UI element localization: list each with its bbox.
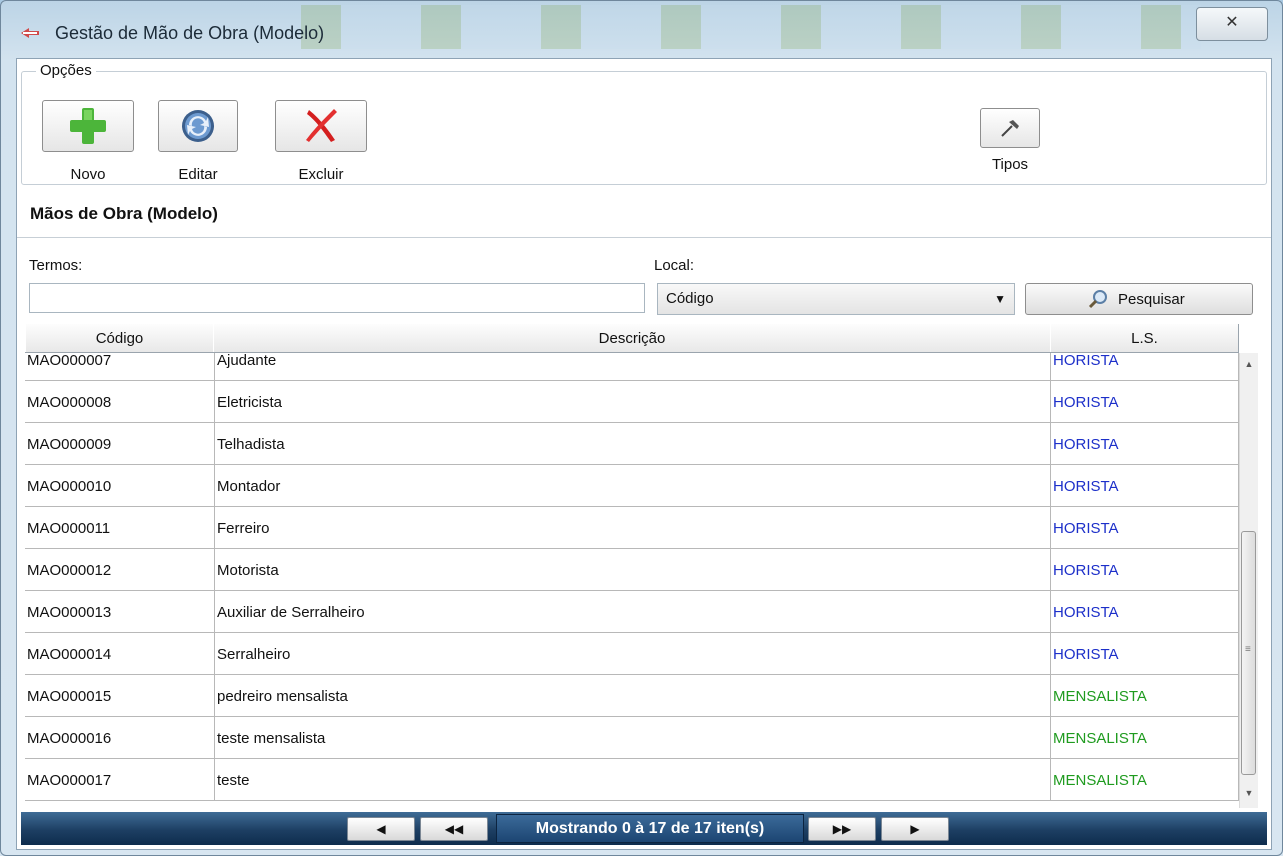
cell-descricao: Eletricista <box>215 381 1051 423</box>
pesquisar-button[interactable]: Pesquisar <box>1025 283 1253 315</box>
cell-codigo: MAO000008 <box>25 381 215 423</box>
double-left-icon: ◀◀ <box>444 822 464 836</box>
column-header-codigo[interactable]: Código <box>25 324 214 352</box>
table-row[interactable]: MAO000007 Ajudante HORISTA <box>25 353 1239 381</box>
app-window: Gestão de Mão de Obra (Modelo) ✕ Opções … <box>0 0 1283 856</box>
cell-ls: MENSALISTA <box>1051 675 1239 717</box>
chevron-down-icon: ▼ <box>994 292 1006 306</box>
pagination-info: Mostrando 0 à 17 de 17 iten(s) <box>496 814 804 843</box>
scroll-thumb[interactable]: ≡ <box>1241 531 1256 775</box>
cell-codigo: MAO000014 <box>25 633 215 675</box>
close-button[interactable]: ✕ <box>1196 7 1268 41</box>
cell-descricao: teste mensalista <box>215 717 1051 759</box>
cell-descricao: Motorista <box>215 549 1051 591</box>
cell-ls: HORISTA <box>1051 549 1239 591</box>
tipos-button[interactable]: Tipos <box>980 108 1040 198</box>
plus-icon <box>70 108 106 144</box>
cell-codigo: MAO000011 <box>25 507 215 549</box>
cell-descricao: Telhadista <box>215 423 1051 465</box>
window-content: Opções Novo Editar Excluir Tipos Mãos de… <box>16 58 1272 850</box>
novo-label: Novo <box>70 166 106 183</box>
cell-descricao: Auxiliar de Serralheiro <box>215 591 1051 633</box>
grid-rows: MAO000007 Ajudante HORISTA MAO000008 Eletric… <box>25 353 1239 808</box>
cell-codigo: MAO000015 <box>25 675 215 717</box>
cell-ls: HORISTA <box>1051 507 1239 549</box>
column-header-descricao[interactable]: Descrição <box>213 324 1051 352</box>
cell-codigo: MAO000009 <box>25 423 215 465</box>
cell-ls: HORISTA <box>1051 465 1239 507</box>
cell-codigo: MAO000007 <box>25 353 215 381</box>
refresh-icon <box>182 110 214 142</box>
pagination-bar: ◀ ◀◀ Mostrando 0 à 17 de 17 iten(s) ▶▶ ▶ <box>21 812 1267 845</box>
table-row[interactable]: MAO000014 Serralheiro HORISTA <box>25 633 1239 675</box>
cell-codigo: MAO000013 <box>25 591 215 633</box>
title-bar[interactable]: Gestão de Mão de Obra (Modelo) ✕ <box>1 1 1282 57</box>
tipos-label: Tipos <box>991 156 1029 173</box>
scroll-down-icon[interactable]: ▼ <box>1240 788 1258 804</box>
excluir-label: Excluir <box>298 166 344 183</box>
cell-codigo: MAO000012 <box>25 549 215 591</box>
cell-descricao: Serralheiro <box>215 633 1051 675</box>
window-title: Gestão de Mão de Obra (Modelo) <box>55 23 325 43</box>
table-row[interactable]: MAO000013 Auxiliar de Serralheiro HORISTA <box>25 591 1239 633</box>
local-dropdown[interactable]: Código ▼ <box>657 283 1015 315</box>
triangle-left-icon: ◀ <box>376 822 386 836</box>
hammer-icon <box>1001 120 1019 137</box>
table-row[interactable]: MAO000012 Motorista HORISTA <box>25 549 1239 591</box>
table-row[interactable]: MAO000008 Eletricista HORISTA <box>25 381 1239 423</box>
cell-ls: MENSALISTA <box>1051 717 1239 759</box>
next-page-button[interactable]: ▶ <box>881 817 949 841</box>
cell-ls: MENSALISTA <box>1051 759 1239 801</box>
options-legend: Opções <box>36 62 96 79</box>
background-app-blur <box>301 5 1201 49</box>
section-title: Mãos de Obra (Modelo) <box>30 204 218 223</box>
table-row[interactable]: MAO000017 teste MENSALISTA <box>25 759 1239 801</box>
data-grid: Código Descrição L.S. MAO000007 Ajudante H… <box>25 324 1247 808</box>
excluir-button[interactable]: Excluir <box>275 100 367 190</box>
termos-label: Termos: <box>29 257 83 274</box>
termos-input[interactable] <box>29 283 645 313</box>
cell-ls: HORISTA <box>1051 353 1239 381</box>
cell-ls: HORISTA <box>1051 423 1239 465</box>
grip-icon: ≡ <box>1245 644 1251 655</box>
prev-page-button[interactable]: ◀ <box>347 817 415 841</box>
close-icon: ✕ <box>1225 14 1239 31</box>
cell-descricao: Montador <box>215 465 1051 507</box>
next-block-button[interactable]: ▶▶ <box>808 817 876 841</box>
editar-label: Editar <box>178 166 218 183</box>
editar-button[interactable]: Editar <box>158 100 238 190</box>
first-page-button[interactable]: ◀◀ <box>420 817 488 841</box>
cell-codigo: MAO000010 <box>25 465 215 507</box>
local-label: Local: <box>654 257 695 274</box>
column-header-ls[interactable]: L.S. <box>1050 324 1239 352</box>
table-row[interactable]: MAO000009 Telhadista HORISTA <box>25 423 1239 465</box>
vertical-scrollbar[interactable]: ▲ ≡ ▼ <box>1239 353 1258 808</box>
novo-button[interactable]: Novo <box>42 100 134 190</box>
cell-codigo: MAO000016 <box>25 717 215 759</box>
triangle-right-icon: ▶ <box>910 822 920 836</box>
grid-header: Código Descrição L.S. <box>25 324 1239 353</box>
scroll-up-icon[interactable]: ▲ <box>1240 359 1258 375</box>
table-row[interactable]: MAO000015 pedreiro mensalista MENSALISTA <box>25 675 1239 717</box>
table-row[interactable]: MAO000016 teste mensalista MENSALISTA <box>25 717 1239 759</box>
table-row[interactable]: MAO000011 Ferreiro HORISTA <box>25 507 1239 549</box>
cell-ls: HORISTA <box>1051 381 1239 423</box>
cell-descricao: teste <box>215 759 1051 801</box>
table-row[interactable]: MAO000010 Montador HORISTA <box>25 465 1239 507</box>
divider <box>17 237 1271 238</box>
local-selected-value: Código <box>666 290 714 307</box>
app-icon <box>21 28 39 38</box>
search-icon <box>1088 290 1107 309</box>
cell-descricao: Ajudante <box>215 353 1051 381</box>
pesquisar-label: Pesquisar <box>1118 291 1185 308</box>
cell-ls: HORISTA <box>1051 591 1239 633</box>
cell-descricao: Ferreiro <box>215 507 1051 549</box>
cell-ls: HORISTA <box>1051 633 1239 675</box>
options-group: Opções Novo Editar Excluir Tipos <box>21 62 1267 185</box>
cell-codigo: MAO000017 <box>25 759 215 801</box>
cell-descricao: pedreiro mensalista <box>215 675 1051 717</box>
double-right-icon: ▶▶ <box>832 822 852 836</box>
delete-x-icon <box>306 109 337 142</box>
